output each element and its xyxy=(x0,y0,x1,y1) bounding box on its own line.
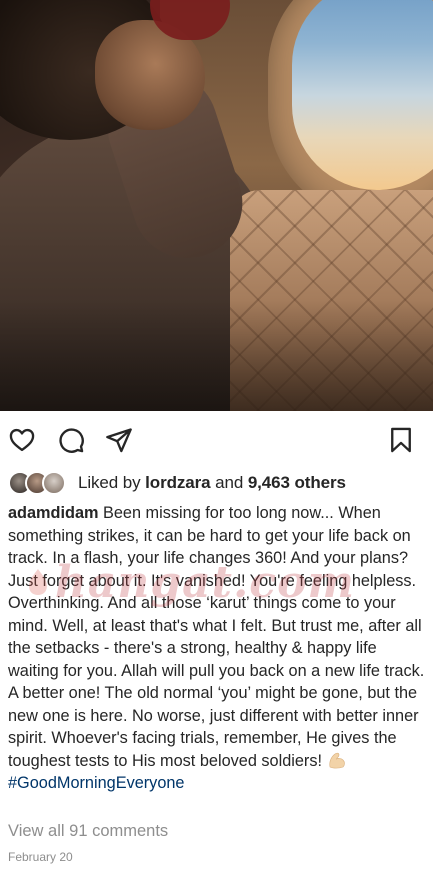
post-actions xyxy=(0,411,433,467)
post-photo[interactable] xyxy=(0,0,433,411)
likes-row[interactable]: Liked by lordzara and 9,463 others xyxy=(8,468,346,498)
post-date: February 20 xyxy=(8,850,73,864)
avatar[interactable] xyxy=(42,471,66,495)
likes-prefix: Liked by xyxy=(78,473,146,492)
photo-shadow xyxy=(0,300,433,411)
likes-count-link[interactable]: 9,463 others xyxy=(248,473,346,492)
liker-avatars[interactable] xyxy=(8,470,70,496)
airplane-window xyxy=(292,0,433,190)
post-caption: adamdidam Been missing for too long now.… xyxy=(8,502,428,795)
caption-text: Been missing for too long now... When so… xyxy=(8,504,425,770)
likes-text: Liked by lordzara and 9,463 others xyxy=(78,473,346,493)
bookmark-icon[interactable] xyxy=(386,425,416,455)
paper-plane-icon[interactable] xyxy=(104,425,134,455)
comment-bubble-icon[interactable] xyxy=(56,425,86,455)
view-all-comments-link[interactable]: View all 91 comments xyxy=(8,822,168,841)
likes-middle: and xyxy=(210,473,248,492)
liker-username-link[interactable]: lordzara xyxy=(145,473,210,492)
hashtag-link[interactable]: #GoodMorningEveryone xyxy=(8,774,185,792)
caption-username-link[interactable]: adamdidam xyxy=(8,504,98,522)
heart-outline-icon[interactable] xyxy=(7,425,37,455)
flexed-biceps-icon xyxy=(329,752,345,768)
